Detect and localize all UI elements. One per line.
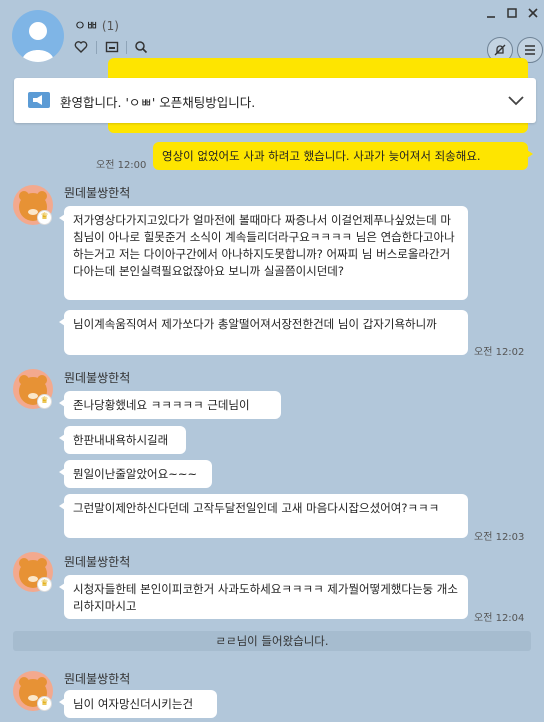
message-time: 오전 12:04 (474, 613, 525, 624)
header-divider (96, 41, 97, 54)
message-bubble[interactable]: 그런말이제안하신다던데 고작두달전일인데 고새 마음다시잡으셨어여?ㅋㅋㅋ (59, 494, 468, 538)
chat-area[interactable]: 오전 12:00 영상이 없었어도 사과 하려고 했습니다. 사과가 늦어져서 … (0, 70, 544, 722)
message-bubble[interactable]: 시청자들한테 본인이피코한거 사과도하세요ㅋㅋㅋㅋ 제가뭘어떻게했다는둥 개소리… (59, 575, 468, 619)
heart-icon[interactable] (73, 40, 89, 56)
system-message: ㄹㄹ님이 들어왔습니다. (13, 631, 531, 651)
minimize-icon[interactable] (483, 7, 499, 23)
sender-name: 뭔데불쌍한척 (64, 672, 131, 686)
host-crown-icon: ♛ (37, 210, 52, 225)
room-name: ㅇㅃ (74, 19, 98, 34)
message-bubble[interactable]: 한판내내욕하시길래 (59, 426, 186, 454)
room-title: ㅇㅃ (1) (74, 15, 119, 34)
sender-name: 뭔데불쌍한척 (64, 555, 131, 569)
sender-name: 뭔데불쌍한척 (64, 186, 131, 200)
message-time: 오전 12:02 (474, 347, 525, 358)
search-icon[interactable] (133, 40, 149, 56)
message-bubble[interactable]: 존나당황했네요 ㅋㅋㅋㅋㅋ 근데님이 (59, 391, 281, 419)
sender-name: 뭔데불쌍한척 (64, 371, 131, 385)
header-divider (126, 41, 127, 54)
message-time: 오전 12:00 (96, 160, 147, 171)
folder-icon[interactable] (104, 40, 120, 56)
message-time: 오전 12:03 (474, 532, 525, 543)
host-crown-icon: ♛ (37, 394, 52, 409)
host-crown-icon: ♛ (37, 696, 52, 711)
message-bubble[interactable]: 님이계속움직여서 제가쏘다가 총알떨어져서장전한건데 님이 갑자기욕하니까 (59, 310, 468, 355)
message-bubble[interactable]: 님이 여자망신더시키는건 (59, 690, 217, 718)
room-profile-image[interactable] (12, 10, 64, 62)
default-person-icon (22, 22, 54, 62)
host-crown-icon: ♛ (37, 577, 52, 592)
message-bubble[interactable]: 뭔일이난줄알았어요~~~ (59, 460, 212, 488)
message-bubble[interactable]: 저가영상다가지고있다가 얼마전에 볼때마다 짜증나서 이걸언제푸나싶었는데 마침… (59, 206, 468, 300)
my-message-bubble[interactable]: 영상이 없었어도 사과 하려고 했습니다. 사과가 늦어져서 죄송해요. (153, 142, 533, 170)
close-icon[interactable] (525, 7, 541, 23)
maximize-icon[interactable] (504, 7, 520, 23)
member-count: (1) (101, 19, 119, 33)
